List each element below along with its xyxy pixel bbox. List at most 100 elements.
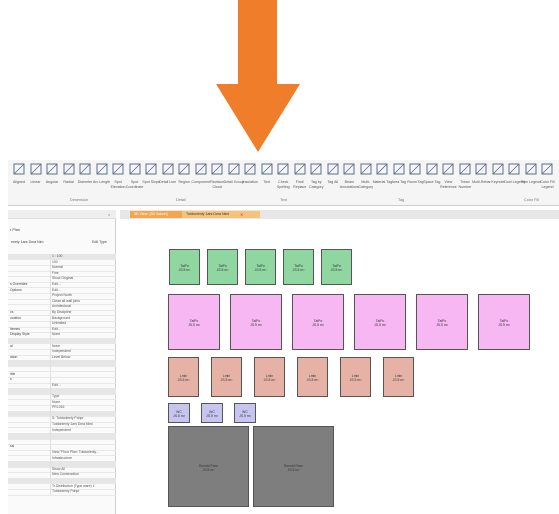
room-green[interactable]: TaiPo JS.5 m² (169, 249, 200, 285)
property-value[interactable]: Level Below (52, 355, 70, 360)
type-selector-row[interactable]: enely 1ars Dma Nim Edit Type (8, 238, 116, 247)
property-value[interactable]: Background (52, 316, 70, 321)
ribbon-button-icon[interactable] (277, 162, 289, 176)
property-value[interactable]: Show All (52, 467, 65, 472)
property-value[interactable]: Fine (52, 271, 59, 276)
property-value[interactable]: New Construction (52, 472, 79, 477)
room-green[interactable]: TaiPo JS.5 m² (207, 249, 238, 285)
room-salmon[interactable]: Lmln JS.5 m² (383, 357, 414, 397)
property-value[interactable]: Type (52, 394, 59, 399)
property-row[interactable]: Tutdonlenly Pohpr (8, 489, 116, 496)
close-icon[interactable]: × (108, 212, 110, 217)
room-green[interactable]: TaiPo JS.5 m² (283, 249, 314, 285)
ribbon-button-icon[interactable] (508, 162, 520, 176)
property-value[interactable]: S: Tutdonlenly Pohpr (52, 416, 83, 421)
property-value[interactable]: Edit... (52, 383, 61, 388)
room-pink[interactable]: TaiPo JS.5 m² (416, 294, 468, 350)
room-salmon[interactable]: Lmln JS.5 m² (340, 357, 371, 397)
ribbon-button-icon[interactable] (112, 162, 124, 176)
ribbon-button-icon[interactable] (409, 162, 421, 176)
property-value[interactable]: By Discipline (52, 310, 71, 315)
ribbon-button-icon[interactable] (13, 162, 25, 176)
property-value[interactable]: None (52, 400, 60, 405)
ribbon-button-icon[interactable] (294, 162, 306, 176)
ribbon-button-icon[interactable] (525, 162, 537, 176)
ribbon-button-icon[interactable] (244, 162, 256, 176)
property-value[interactable]: PRI-016 (52, 405, 64, 410)
ribbon-button-icon[interactable] (426, 162, 438, 176)
type-selector[interactable]: enely 1ars Dma Nim (11, 240, 44, 244)
ribbon-button-icon[interactable] (162, 162, 174, 176)
room-blue[interactable]: WC JS.5 m² (168, 403, 190, 423)
ribbon-button-icon[interactable] (211, 162, 223, 176)
property-value[interactable]: Tutdonlenly 1ars Dma Nimi (52, 422, 93, 427)
property-divider (50, 326, 51, 333)
ribbon-button-icon[interactable] (327, 162, 339, 176)
room-grey[interactable]: Rovnbl Pavc JS.5 m² (253, 426, 334, 507)
ribbon-button-icon[interactable] (228, 162, 240, 176)
room-blue[interactable]: WC JS.5 m² (234, 403, 256, 423)
property-value[interactable]: Tr.Distribution (Type ware) 1 (52, 484, 94, 489)
room-green[interactable]: TaiPo JS.5 m² (245, 249, 276, 285)
ribbon-button-icon[interactable] (310, 162, 322, 176)
room-green[interactable]: TaiPo JS.5 m² (321, 249, 352, 285)
tab-3d-view[interactable]: 3D View: {3D Sabon} (130, 211, 188, 218)
property-value[interactable]: None (52, 332, 60, 337)
room-salmon[interactable]: Lmln JS.5 m² (297, 357, 328, 397)
ribbon-button-label[interactable]: Color Fill Legend (536, 180, 558, 189)
ribbon-button-icon[interactable] (360, 162, 372, 176)
ribbon-button-icon[interactable] (459, 162, 471, 176)
ribbon-button-icon[interactable] (393, 162, 405, 176)
ribbon-button-icon[interactable] (79, 162, 91, 176)
property-value[interactable]: Independent (52, 428, 71, 433)
ribbon-button-icon[interactable] (145, 162, 157, 176)
room-salmon[interactable]: Lmln JS.5 m² (168, 357, 199, 397)
room-pink[interactable]: TaiPo JS.5 m² (230, 294, 282, 350)
property-value[interactable]: 100 (52, 260, 58, 265)
tab-floor-plan[interactable]: Tutdonlenly 1ars Dma Nimi (182, 211, 260, 218)
edit-type-button[interactable]: Edit Type (92, 240, 107, 244)
property-label: ocation (10, 315, 21, 320)
drawing-area[interactable]: TaiPo JS.5 m² TaiPo JS.5 m² TaiPo JS.5 m² TaiP… (120, 220, 559, 514)
property-value[interactable]: Architectural (52, 304, 71, 309)
ribbon-button-icon[interactable] (343, 162, 355, 176)
ribbon-button-icon[interactable] (492, 162, 504, 176)
ribbon-button-icon[interactable] (178, 162, 190, 176)
property-value[interactable]: Independent (52, 349, 71, 354)
room-blue[interactable]: WC JS.5 m² (201, 403, 223, 423)
property-value[interactable]: Edit... (52, 288, 61, 293)
property-value[interactable]: Unlimited (52, 321, 66, 326)
room-pink[interactable]: TaiPo JS.5 m² (168, 294, 220, 350)
property-value[interactable]: Project North (52, 293, 72, 298)
property-value[interactable]: View "Floor Plan: Tutdonlenly... (52, 450, 99, 455)
property-divider (50, 438, 51, 445)
property-value[interactable]: Edit... (52, 327, 61, 332)
ribbon-button-icon[interactable] (541, 162, 553, 176)
property-value[interactable]: Edit... (52, 282, 61, 287)
ribbon-button-icon[interactable] (376, 162, 388, 176)
property-value[interactable]: Tutdonlenly Pohpr (52, 489, 79, 494)
property-value[interactable]: None (52, 344, 60, 349)
property-value[interactable]: Normal (52, 265, 63, 270)
room-pink[interactable]: TaiPo JS.5 m² (478, 294, 530, 350)
ribbon-button-icon[interactable] (475, 162, 487, 176)
ribbon-button-icon[interactable] (46, 162, 58, 176)
ribbon-button-icon[interactable] (63, 162, 75, 176)
property-value[interactable]: Show Original (52, 276, 73, 281)
room-salmon[interactable]: Lmln JS.5 m² (211, 357, 242, 397)
room-grey[interactable]: Rovnbl Pavc JS.5 m² (168, 426, 249, 507)
room-pink[interactable]: TaiPo JS.5 m² (354, 294, 406, 350)
ribbon-button-icon[interactable] (129, 162, 141, 176)
property-divider (50, 349, 51, 355)
property-value[interactable]: Clean all wall joins (52, 299, 80, 304)
property-value[interactable]: Infrastructure (52, 456, 72, 461)
room-salmon[interactable]: Lmln JS.5 m² (254, 357, 285, 397)
room-pink[interactable]: TaiPo JS.5 m² (292, 294, 344, 350)
ribbon-button-icon[interactable] (96, 162, 108, 176)
close-tab-icon[interactable]: ✕ (240, 211, 243, 218)
ribbon-button-icon[interactable] (195, 162, 207, 176)
ribbon-button-icon[interactable] (442, 162, 454, 176)
ribbon-button-icon[interactable] (261, 162, 273, 176)
property-value[interactable]: 1 : 100 (52, 254, 62, 259)
ribbon-button-icon[interactable] (30, 162, 42, 176)
